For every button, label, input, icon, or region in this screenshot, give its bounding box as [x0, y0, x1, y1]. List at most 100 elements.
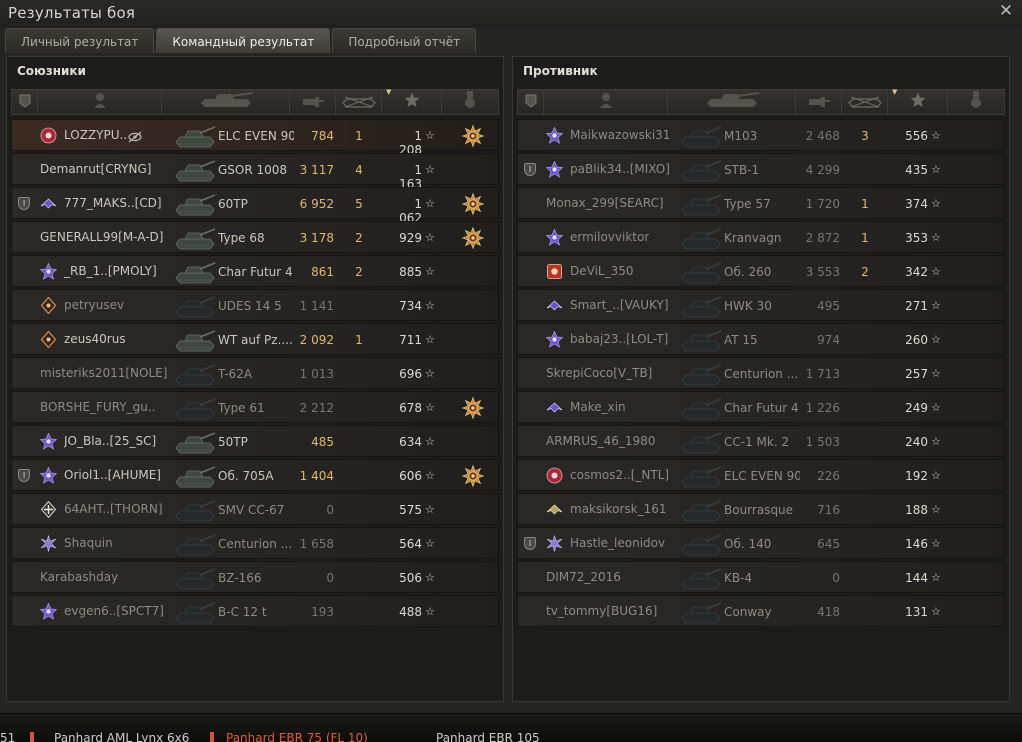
damage-value: 716 [817, 503, 840, 517]
player-name[interactable]: Maikwazowski31 [570, 128, 670, 142]
damage-column-header[interactable] [796, 90, 842, 114]
medal-icon[interactable] [461, 396, 485, 420]
player-name[interactable]: Make_xin [570, 400, 626, 414]
player-name[interactable]: DeViL_350 [570, 264, 634, 278]
player-row[interactable]: SkrepiCoco[V_TB] Centurion ... 1 713 257 ☆ [517, 357, 1005, 389]
damage-value: 418 [817, 605, 840, 619]
player-row[interactable]: I Oriol1..[AHUME] Об. 705А 1 404 606 ☆ [11, 459, 499, 491]
rank-badge-icon [546, 467, 563, 484]
vehicle-name: Char Futur 4 [724, 401, 799, 415]
player-row[interactable]: JO_Bla..[25_SC] 50TP 485 634 ☆ [11, 425, 499, 457]
player-name[interactable]: ARMRUS_46_1980 [546, 434, 655, 448]
medal-icon[interactable] [461, 464, 485, 488]
player-row[interactable]: babaj23..[LOL-T] AT 15 974 260 ☆ [517, 323, 1005, 355]
player-row[interactable]: ermilovviktor Kranvagn 2 872 1 353 ☆ [517, 221, 1005, 253]
player-name[interactable]: 64AHT..[THORN] [64, 502, 163, 516]
player-row[interactable]: _RB_1..[PMOLY] Char Futur 4 861 2 885 ☆ [11, 255, 499, 287]
rank-badge-icon [546, 127, 563, 144]
player-name[interactable]: Shaquin [64, 536, 113, 550]
player-name[interactable]: misteriks2011[NOLE] [40, 366, 167, 380]
player-name[interactable]: petryusev [64, 298, 124, 312]
player-row[interactable]: Karabashday BZ-166 0 506 ☆ [11, 561, 499, 593]
player-name[interactable]: JO_Bla..[25_SC] [64, 434, 156, 448]
player-name[interactable]: Smart_..[VAUKY] [570, 298, 669, 312]
medal-column-header[interactable] [948, 90, 1004, 114]
player-row[interactable]: I 777_MAKS..[CD] 60TP 6 952 5 1 062 ☆ [11, 187, 499, 225]
player-row[interactable]: BORSHE_FURY_gu.. Type 61 2 212 678 ☆ [11, 391, 499, 423]
player-name[interactable]: Demanrut[CRYNG] [40, 162, 151, 176]
tab-detailed-report[interactable]: Подробный отчёт [332, 28, 477, 53]
player-row[interactable]: cosmos2..[_NTL] ELC EVEN 90 226 192 ☆ [517, 459, 1005, 491]
carousel-vehicle[interactable]: Panhard EBR 105 [436, 731, 540, 742]
experience-value: 634 [399, 435, 422, 449]
player-name[interactable]: cosmos2..[_NTL] [570, 468, 669, 482]
player-name[interactable]: babaj23..[LOL-T] [570, 332, 668, 346]
kills-column-header[interactable] [336, 90, 382, 114]
player-row[interactable]: misteriks2011[NOLE] T-62A 1 013 696 ☆ [11, 357, 499, 389]
player-name[interactable]: Hastle_leonidov [570, 536, 665, 550]
player-name[interactable]: paBlik34..[MIXO] [570, 162, 670, 176]
player-name[interactable]: zeus40rus [64, 332, 126, 346]
player-name[interactable]: Karabashday [40, 570, 118, 584]
player-row[interactable]: Smart_..[VAUKY] HWK 30 495 271 ☆ [517, 289, 1005, 321]
player-row[interactable]: GENERALL99[M-A-D] Type 68 3 178 2 929 ☆ [11, 221, 499, 253]
player-row[interactable]: DIM72_2016 KB-4 0 144 ☆ [517, 561, 1005, 593]
close-icon[interactable]: ✕ [998, 3, 1014, 20]
vehicle-column-header[interactable] [162, 90, 290, 114]
player-name[interactable]: BORSHE_FURY_gu.. [40, 400, 155, 414]
experience-column-header[interactable]: ▼ [888, 88, 948, 114]
player-row[interactable]: Make_xin Char Futur 4 1 226 249 ☆ [517, 391, 1005, 423]
player-name[interactable]: DIM72_2016 [546, 570, 621, 584]
player-row[interactable]: Maikwazowski31 M103 2 468 3 556 ☆ [517, 119, 1005, 151]
player-row[interactable]: I Hastle_leonidov Об. 140 645 146 ☆ [517, 527, 1005, 559]
carousel-vehicle[interactable]: Panhard EBR 75 (FL 10) [226, 731, 368, 742]
kills-column-header[interactable] [842, 90, 888, 114]
player-row[interactable]: Shaquin Centurion ... 1 658 564 ☆ [11, 527, 499, 559]
player-column-header[interactable] [38, 90, 162, 114]
squad-column-header[interactable] [518, 90, 544, 114]
player-name[interactable]: maksikorsk_161 [570, 502, 666, 516]
player-name[interactable]: SkrepiCoco[V_TB] [546, 366, 652, 380]
enemies-panel: Противник ▼ Maikwazowski31 M103 2 468 3 556 ☆… [512, 56, 1010, 702]
player-row[interactable]: LOZZYPU.. ELC EVEN 90 784 1 1 208 ☆ [11, 119, 499, 157]
tank-silhouette-icon [678, 292, 722, 320]
player-name[interactable]: _RB_1..[PMOLY] [64, 264, 157, 278]
player-row[interactable]: evgen6..[SPCT7] B-C 12 t 193 488 ☆ [11, 595, 499, 627]
player-row[interactable]: IpaBlik34..[MIXO] STB-1 4 299 435 ☆ [517, 153, 1005, 185]
player-row[interactable]: ARMRUS_46_1980 CC-1 Mk. 2 1 503 240 ☆ [517, 425, 1005, 457]
tank-silhouette-icon [678, 428, 722, 456]
damage-value: 4 299 [805, 163, 840, 177]
player-row[interactable]: 64AHT..[THORN] SMV CC-67 0 575 ☆ [11, 493, 499, 525]
damage-column-header[interactable] [290, 90, 336, 114]
player-name[interactable]: Oriol1..[AHUME] [64, 468, 161, 482]
player-row[interactable]: Monax_299[SEARC] Type 57 1 720 1 374 ☆ [517, 187, 1005, 219]
player-name[interactable]: 777_MAKS..[CD] [64, 196, 162, 210]
player-name[interactable]: Monax_299[SEARC] [546, 196, 664, 210]
vehicle-name: Type 68 [218, 231, 265, 245]
player-row[interactable]: Demanrut[CRYNG] GSOR 1008 3 117 4 1 163 ☆ [11, 153, 499, 191]
medal-icon[interactable] [461, 124, 485, 148]
player-row[interactable]: DeViL_350 Об. 260 3 553 2 342 ☆ [517, 255, 1005, 287]
medal-icon[interactable] [461, 192, 485, 216]
carousel-vehicle[interactable]: Panhard AML Lynx 6x6 [54, 731, 189, 742]
player-row[interactable]: petryusev UDES 14 5 1 141 734 ☆ [11, 289, 499, 321]
player-name[interactable]: ermilovviktor [570, 230, 649, 244]
player-name[interactable]: evgen6..[SPCT7] [64, 604, 164, 618]
player-name[interactable]: GENERALL99[M-A-D] [40, 230, 163, 244]
tab-team-result[interactable]: Командный результат [156, 28, 331, 53]
star-icon: ☆ [425, 605, 435, 618]
tab-personal-result[interactable]: Личный результат [5, 28, 155, 53]
player-name[interactable]: tv_tommy[BUG16] [546, 604, 657, 618]
vehicle-column-header[interactable] [668, 90, 796, 114]
player-row[interactable]: maksikorsk_161 Bourrasque 716 188 ☆ [517, 493, 1005, 525]
medal-icon[interactable] [461, 226, 485, 250]
medal-column-header[interactable] [442, 90, 498, 114]
squad-column-header[interactable] [12, 90, 38, 114]
experience-column-header[interactable]: ▼ [382, 88, 442, 114]
carousel-strip: 51 Panhard AML Lynx 6x6 Panhard EBR 75 (… [0, 714, 1022, 742]
player-row[interactable]: tv_tommy[BUG16] Conway 418 131 ☆ [517, 595, 1005, 627]
player-row[interactable]: zeus40rus WT auf Pz.... 2 092 1 711 ☆ [11, 323, 499, 355]
player-column-header[interactable] [544, 90, 668, 114]
damage-value: 3 553 [805, 265, 840, 279]
player-name[interactable]: LOZZYPU.. [64, 128, 127, 142]
